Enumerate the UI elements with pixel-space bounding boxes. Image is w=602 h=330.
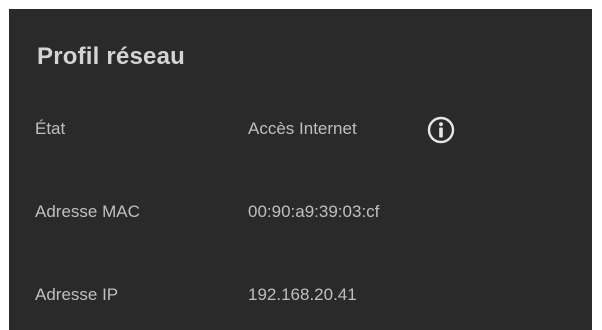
status-label: État [35, 119, 66, 138]
mac-address-value: 00:90:a9:39:03:cf [248, 202, 380, 221]
info-icon[interactable] [427, 116, 455, 144]
ip-address-label: Adresse IP [35, 285, 119, 304]
status-value: Accès Internet [248, 119, 357, 138]
network-profile-panel: Profil réseau État Accès Internet Adress… [9, 9, 592, 330]
mac-address-label: Adresse MAC [35, 202, 140, 221]
panel-title: Profil réseau [37, 43, 185, 70]
ip-address-value: 192.168.20.41 [248, 285, 357, 304]
